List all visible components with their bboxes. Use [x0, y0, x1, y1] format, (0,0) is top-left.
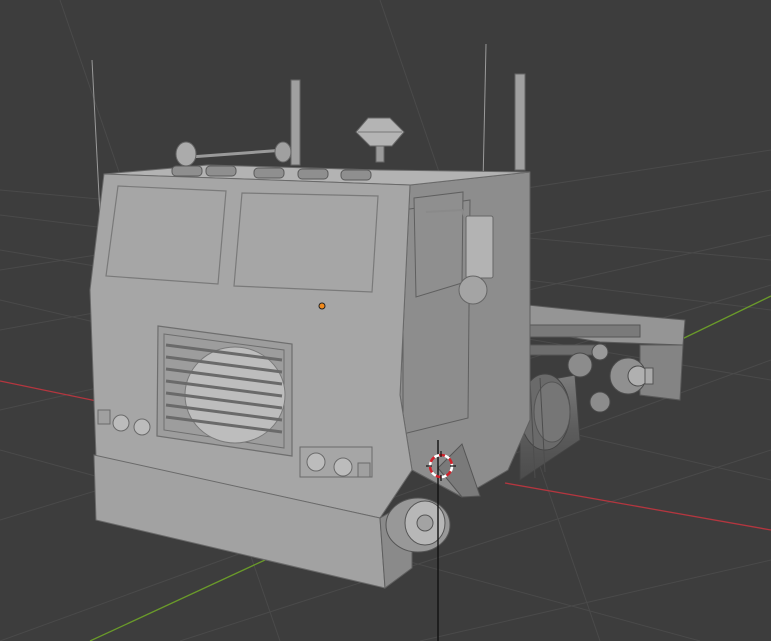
- front-grille: [156, 325, 293, 457]
- air-horn: [175, 141, 292, 167]
- exhaust-stacks: [290, 73, 526, 171]
- roof-beacon: [355, 117, 405, 163]
- viewport-canvas[interactable]: [0, 0, 771, 641]
- side-window: [413, 191, 464, 298]
- 3d-viewport[interactable]: [0, 0, 771, 641]
- object-origin-point[interactable]: [318, 302, 326, 310]
- left-antenna: [91, 59, 101, 216]
- front-wheel-hub: [385, 497, 451, 553]
